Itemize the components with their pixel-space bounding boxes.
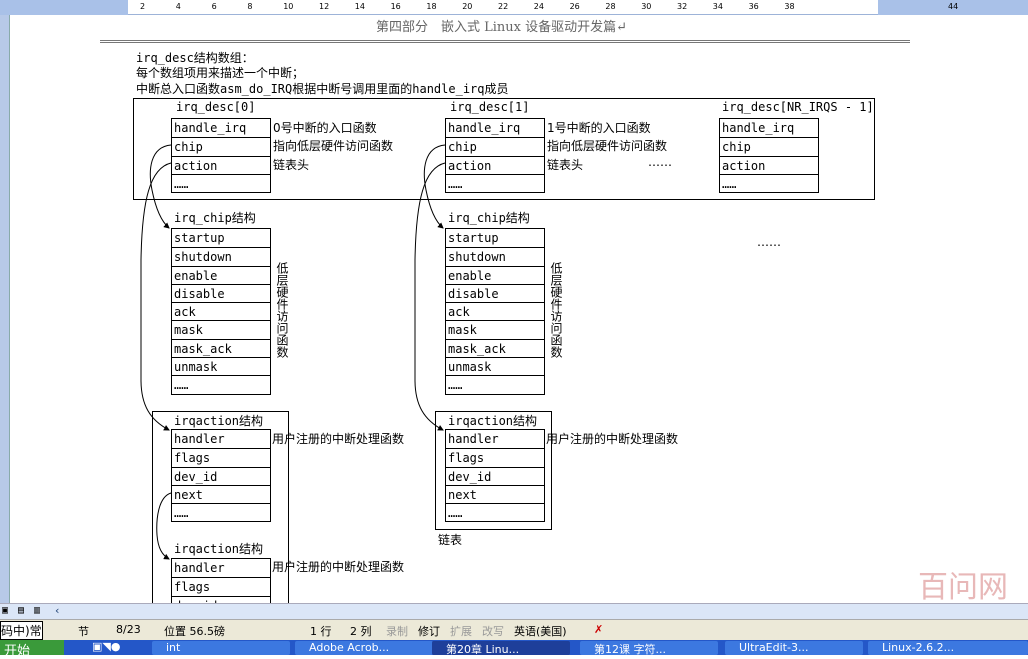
start-button[interactable]: 开始 — [0, 640, 64, 659]
web-view-icon[interactable]: ▤ — [18, 605, 24, 616]
status-page: 8/23 — [116, 623, 141, 636]
taskbar-item[interactable]: 第12课 字符... — [580, 641, 718, 655]
status-trk[interactable]: 修订 — [418, 623, 440, 639]
taskbar-item[interactable]: Linux-2.6.2... — [868, 641, 1028, 655]
chip-arrow — [149, 144, 172, 229]
taskbar: 开始 ▣◥● int Adobe Acrob... 第20章 Linu... 第12课… — [0, 640, 1028, 659]
spelling-check-icon[interactable]: ✗ — [594, 623, 603, 636]
taskbar-item[interactable]: UltraEdit-3... — [725, 641, 863, 655]
next-arrow — [156, 492, 172, 560]
status-rec[interactable]: 录制 — [386, 623, 408, 639]
status-bar: 码中)常 节 8/23 位置 56.5磅 1 行 2 列 录制 修订 扩展 改写… — [0, 619, 1028, 640]
taskbar-item[interactable]: 第20章 Linu... — [432, 641, 570, 655]
status-ovr[interactable]: 改写 — [482, 623, 504, 639]
horizontal-scrollbar[interactable]: ▣ ▤ ▥ ‹ — [0, 603, 1028, 619]
status-ext[interactable]: 扩展 — [450, 623, 472, 639]
status-lang[interactable]: 英语(美国) — [514, 623, 567, 639]
quick-launch-icons[interactable]: ▣◥● — [92, 640, 120, 653]
status-position: 位置 56.5磅 — [164, 625, 225, 638]
status-section: 节 — [78, 625, 89, 638]
ellipsis: …… — [757, 235, 781, 249]
status-col: 2 列 — [350, 625, 372, 638]
taskbar-item[interactable]: Adobe Acrob... — [295, 641, 433, 655]
normal-view-icon[interactable]: ▣ — [2, 605, 8, 616]
action-arrow — [414, 162, 446, 431]
arrows — [140, 144, 446, 560]
print-view-icon[interactable]: ▥ — [34, 605, 40, 616]
scroll-left-icon[interactable]: ‹ — [54, 604, 61, 617]
ellipsis: …… — [648, 155, 672, 169]
watermark-logo: 百问网 — [918, 570, 1008, 605]
taskbar-item[interactable]: int — [152, 641, 290, 655]
ime-icon[interactable]: 码中)常 — [0, 621, 43, 640]
status-line: 1 行 — [310, 625, 332, 638]
chip-arrow — [423, 144, 446, 229]
action-arrow — [140, 162, 172, 431]
